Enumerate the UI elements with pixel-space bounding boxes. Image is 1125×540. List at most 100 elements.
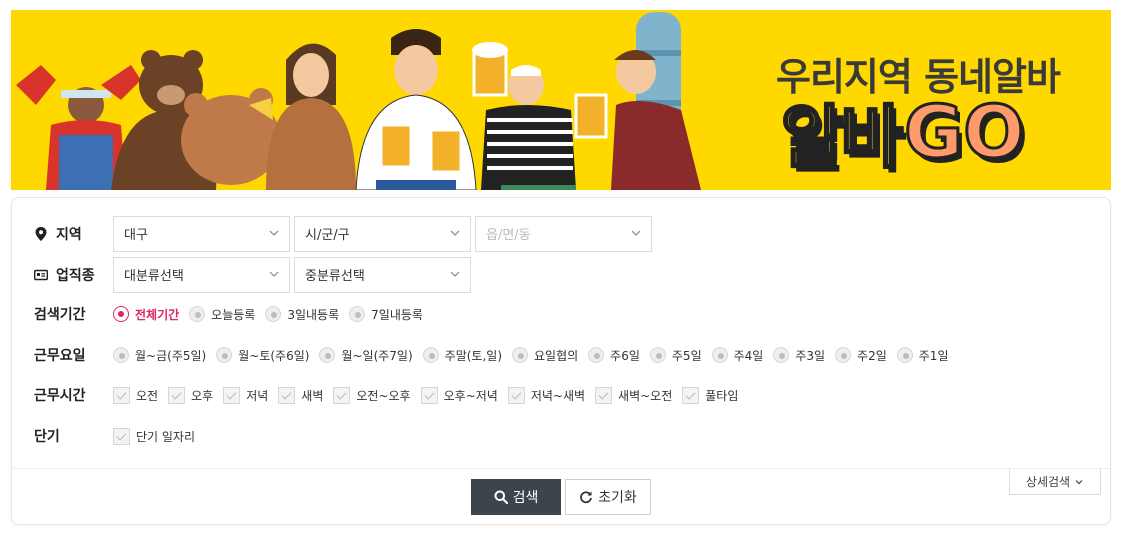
workdays-options: 월~금(주5일) 월~토(주6일) 월~일(주7일) 주말(토,일) 요일협의 주6일 주5…: [113, 347, 958, 364]
short-term-label: 단기: [34, 429, 60, 445]
search-icon: [494, 490, 508, 504]
radio-option[interactable]: 월~일(주7일): [319, 347, 413, 364]
radio-button[interactable]: [711, 347, 728, 363]
panel-divider: [12, 468, 1110, 469]
radio-option[interactable]: 주4일: [711, 347, 764, 364]
search-button[interactable]: 검색: [471, 479, 561, 515]
radio-option[interactable]: 7일내등록: [349, 306, 423, 323]
radio-option[interactable]: 주말(토,일): [422, 347, 502, 364]
radio-label: 3일내등록: [287, 307, 340, 322]
radio-label: 오늘등록: [211, 307, 256, 322]
radio-option[interactable]: 월~금(주5일): [113, 347, 206, 364]
checkbox[interactable]: [223, 386, 241, 404]
checkbox[interactable]: [420, 386, 438, 404]
chevron-down-icon: [269, 271, 279, 277]
checkbox-label: 오후~저녁: [443, 388, 498, 403]
radio-label: 요일협의: [534, 348, 579, 363]
region-city-select[interactable]: 대구: [113, 216, 290, 252]
radio-option[interactable]: 월~토(주6일): [216, 347, 309, 364]
radio-button[interactable]: [512, 347, 528, 363]
id-card-icon: [34, 269, 48, 281]
radio-option[interactable]: 주3일: [773, 347, 825, 364]
checkbox-option[interactable]: 저녁: [223, 386, 269, 404]
checkbox[interactable]: [333, 386, 351, 404]
short-term-row: 단기 단기 일자리: [12, 426, 1110, 446]
radio-button[interactable]: [649, 347, 666, 363]
job-subcategory-value: 중분류선택: [305, 269, 365, 284]
radio-option[interactable]: 주1일: [896, 347, 949, 364]
checkbox[interactable]: [113, 386, 130, 404]
radio-button[interactable]: [265, 306, 282, 322]
radio-label: 주2일: [857, 348, 887, 363]
short-term-options: 단기 일자리: [113, 427, 205, 445]
checkbox-option[interactable]: 오후: [168, 386, 213, 404]
radio-button[interactable]: [588, 347, 605, 363]
reset-button-label: 초기화: [598, 490, 637, 506]
radio-label: 주1일: [918, 348, 949, 363]
checkbox-label: 새벽~오전: [618, 388, 673, 403]
radio-label: 주말(토,일): [444, 348, 502, 363]
radio-option[interactable]: 주2일: [835, 347, 887, 364]
detail-search-label: 상세검색: [1025, 475, 1071, 489]
radio-label: 월~일(주7일): [341, 348, 413, 363]
radio-button[interactable]: [349, 306, 366, 322]
checkbox-option[interactable]: 새벽: [278, 386, 323, 404]
checkbox[interactable]: [113, 427, 130, 445]
radio-button[interactable]: [896, 347, 913, 363]
checkbox-option[interactable]: 풀타임: [682, 386, 738, 404]
radio-label: 7일내등록: [371, 307, 423, 322]
job-subcategory-select[interactable]: 중분류선택: [294, 257, 471, 293]
chevron-down-icon: [269, 230, 279, 236]
search-panel: 지역 대구 시/군/구 읍/면/동 업직종 대분류선택 중분류선택 검색기간 전…: [11, 197, 1111, 525]
region-town-select[interactable]: 읍/면/동: [475, 216, 652, 252]
refresh-icon: [580, 491, 593, 504]
radio-label: 주6일: [610, 348, 640, 363]
checkbox-option[interactable]: 오후~저녁: [420, 386, 498, 404]
checkbox-label: 오전~오후: [356, 388, 411, 403]
radio-button[interactable]: [189, 306, 206, 322]
radio-option[interactable]: 요일협의: [512, 347, 578, 364]
job-type-row: 업직종 대분류선택 중분류선택: [12, 257, 1110, 293]
checkbox-option[interactable]: 오전: [113, 386, 158, 404]
reset-button[interactable]: 초기화: [565, 479, 651, 515]
location-pin-icon: [35, 227, 47, 241]
checkbox[interactable]: [507, 386, 525, 404]
region-town-value: 읍/면/동: [486, 228, 531, 243]
radio-button[interactable]: [113, 347, 129, 363]
chevron-down-icon: [631, 230, 641, 236]
radio-button[interactable]: [216, 347, 233, 363]
radio-option[interactable]: 주6일: [588, 347, 640, 364]
checkbox[interactable]: [595, 386, 613, 404]
checkbox-option[interactable]: 오전~오후: [333, 386, 411, 404]
radio-option[interactable]: 오늘등록: [189, 306, 255, 323]
checkbox[interactable]: [168, 386, 186, 404]
radio-button[interactable]: [773, 347, 790, 363]
checkbox-option[interactable]: 저녁~새벽: [507, 386, 585, 404]
job-type-label-text: 업직종: [56, 268, 95, 284]
radio-button[interactable]: [113, 306, 129, 322]
radio-button[interactable]: [319, 347, 336, 363]
chevron-down-icon: [1075, 479, 1083, 484]
radio-option[interactable]: 주5일: [649, 347, 702, 364]
region-district-select[interactable]: 시/군/구: [294, 216, 471, 252]
banner-logo-go: GO: [903, 88, 1026, 175]
region-city-value: 대구: [124, 228, 148, 243]
workdays-label: 근무요일: [34, 348, 86, 364]
checkbox-option[interactable]: 단기 일자리: [113, 427, 195, 445]
chevron-down-icon: [450, 271, 460, 277]
checkbox-label: 저녁: [246, 388, 269, 403]
period-label: 검색기간: [34, 307, 86, 323]
detail-search-button[interactable]: 상세검색: [1009, 469, 1101, 495]
radio-button[interactable]: [422, 347, 439, 363]
radio-option[interactable]: 3일내등록: [265, 306, 339, 323]
radio-label: 주4일: [733, 348, 764, 363]
checkbox[interactable]: [278, 386, 296, 404]
checkbox[interactable]: [682, 386, 700, 404]
radio-option[interactable]: 전체기간: [113, 306, 179, 323]
character-water-jugs: [611, 12, 701, 190]
job-category-select[interactable]: 대분류선택: [113, 257, 290, 293]
radio-button[interactable]: [835, 347, 852, 363]
region-label: 지역: [12, 224, 113, 244]
checkbox-option[interactable]: 새벽~오전: [595, 386, 673, 404]
region-district-value: 시/군/구: [305, 228, 350, 243]
